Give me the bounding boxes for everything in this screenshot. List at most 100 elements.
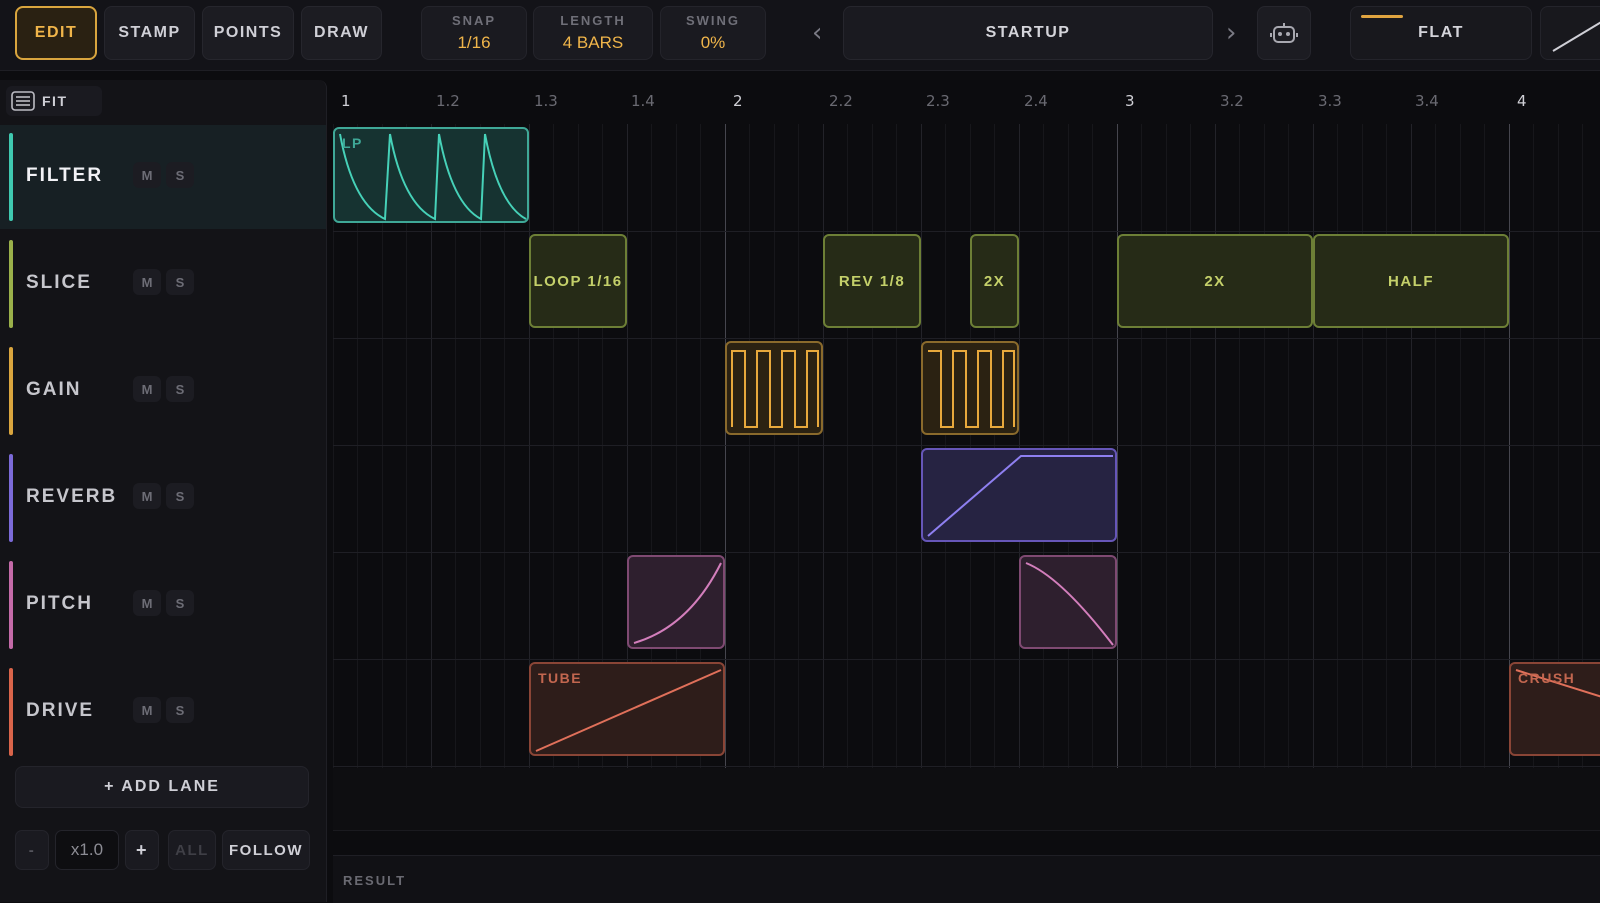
mute-button[interactable]: M bbox=[133, 697, 161, 723]
ruler-tick: 4 bbox=[1517, 92, 1527, 110]
draw-mode-button[interactable]: DRAW bbox=[301, 6, 382, 60]
lane-reverb[interactable]: REVERB M S bbox=[0, 446, 326, 550]
ruler-tick: 2.3 bbox=[926, 92, 950, 110]
grid-line bbox=[945, 124, 946, 768]
chevron-left-icon[interactable]: ‹ bbox=[812, 18, 822, 48]
filter-envelope-icon bbox=[339, 133, 527, 221]
pitch-clip[interactable] bbox=[1019, 555, 1117, 649]
fit-label: FIT bbox=[42, 93, 68, 109]
grid-line bbox=[1092, 124, 1093, 768]
robot-button[interactable] bbox=[1257, 6, 1311, 60]
reverb-clip[interactable] bbox=[921, 448, 1117, 542]
slice-clip[interactable]: HALF bbox=[1313, 234, 1509, 328]
curve-linear-button[interactable] bbox=[1540, 6, 1600, 60]
solo-button[interactable]: S bbox=[166, 162, 194, 188]
lane-name: GAIN bbox=[26, 379, 82, 400]
chevron-right-icon[interactable]: › bbox=[1226, 18, 1236, 48]
solo-button[interactable]: S bbox=[166, 269, 194, 295]
grid-line bbox=[1141, 124, 1142, 768]
clip-label: TUBE bbox=[538, 670, 583, 686]
snap-control[interactable]: SNAP 1/16 bbox=[421, 6, 527, 60]
length-label: LENGTH bbox=[560, 13, 626, 28]
timeline-ruler[interactable]: 1 1.2 1.3 1.4 2 2.2 2.3 2.4 3 3.2 3.3 3.… bbox=[333, 80, 1600, 124]
ruler-tick: 3.2 bbox=[1220, 92, 1244, 110]
lane-color-bar bbox=[9, 133, 13, 221]
linear-curve-icon bbox=[1552, 21, 1600, 52]
lane-divider bbox=[333, 552, 1600, 553]
solo-button[interactable]: S bbox=[166, 376, 194, 402]
lane-gain[interactable]: GAIN M S bbox=[0, 339, 326, 443]
bar-line bbox=[1117, 124, 1118, 768]
lane-drive[interactable]: DRIVE M S bbox=[0, 660, 326, 764]
add-lane-button[interactable]: + ADD LANE bbox=[15, 766, 309, 808]
length-value: 4 BARS bbox=[562, 33, 624, 52]
grid-line bbox=[1484, 124, 1485, 768]
slice-clip[interactable]: 2X bbox=[1117, 234, 1313, 328]
clip-label: 2X bbox=[1204, 272, 1226, 290]
fall-curve-icon bbox=[1025, 562, 1114, 646]
zoom-out-button[interactable]: - bbox=[15, 830, 49, 870]
mute-button[interactable]: M bbox=[133, 590, 161, 616]
ruler-tick: 2 bbox=[733, 92, 743, 110]
ramp-curve-icon bbox=[927, 455, 1113, 537]
zoom-value-field[interactable]: x1.0 bbox=[55, 830, 119, 870]
ruler-tick: 1.3 bbox=[534, 92, 558, 110]
lane-divider bbox=[333, 338, 1600, 339]
ruler-tick: 2.4 bbox=[1024, 92, 1048, 110]
solo-button[interactable]: S bbox=[166, 483, 194, 509]
grid-line bbox=[1019, 124, 1020, 768]
result-label: RESULT bbox=[343, 873, 407, 888]
result-panel: RESULT bbox=[333, 855, 1600, 903]
slice-clip[interactable]: REV 1/8 bbox=[823, 234, 921, 328]
stamp-mode-button[interactable]: STAMP bbox=[104, 6, 195, 60]
grid-line bbox=[994, 124, 995, 768]
mute-button[interactable]: M bbox=[133, 162, 161, 188]
lane-pitch[interactable]: PITCH M S bbox=[0, 553, 326, 657]
grid-line bbox=[798, 124, 799, 768]
mute-button[interactable]: M bbox=[133, 269, 161, 295]
fit-button[interactable]: FIT bbox=[6, 86, 102, 116]
empty-lane-area[interactable] bbox=[333, 768, 1600, 831]
rise-curve-icon bbox=[633, 562, 722, 644]
lane-name: FILTER bbox=[26, 165, 104, 186]
gain-clip[interactable] bbox=[921, 341, 1019, 435]
automation-grid[interactable]: LP LOOP 1/16 REV 1/8 2X 2X HALF TUBE CRU… bbox=[333, 124, 1600, 768]
grid-line bbox=[1435, 124, 1436, 768]
solo-button[interactable]: S bbox=[166, 697, 194, 723]
clip-label: CRUSH bbox=[1518, 670, 1576, 686]
grid-line bbox=[1043, 124, 1044, 768]
swing-control[interactable]: SWING 0% bbox=[660, 6, 766, 60]
list-icon bbox=[11, 91, 35, 111]
mute-button[interactable]: M bbox=[133, 483, 161, 509]
zoom-in-button[interactable]: + bbox=[125, 830, 159, 870]
grid-line bbox=[1386, 124, 1387, 768]
lane-divider bbox=[333, 231, 1600, 232]
ruler-tick: 3.4 bbox=[1415, 92, 1439, 110]
filter-clip[interactable]: LP bbox=[333, 127, 529, 223]
curve-flat-button[interactable]: FLAT bbox=[1350, 6, 1532, 60]
mute-button[interactable]: M bbox=[133, 376, 161, 402]
slice-clip[interactable]: LOOP 1/16 bbox=[529, 234, 627, 328]
grid-line bbox=[847, 124, 848, 768]
edit-mode-button[interactable]: EDIT bbox=[15, 6, 97, 60]
length-control[interactable]: LENGTH 4 BARS bbox=[533, 6, 653, 60]
lane-filter[interactable]: FILTER M S bbox=[0, 125, 326, 229]
all-button[interactable]: ALL bbox=[168, 830, 216, 870]
drive-clip[interactable]: TUBE bbox=[529, 662, 725, 756]
lane-name: PITCH bbox=[26, 593, 93, 614]
square-wave-icon bbox=[928, 350, 1015, 428]
lane-sidebar: FIT FILTER M S SLICE M S GAIN M S REVERB… bbox=[0, 80, 327, 902]
points-mode-button[interactable]: POINTS bbox=[202, 6, 294, 60]
drive-clip[interactable]: CRUSH bbox=[1509, 662, 1600, 756]
snap-value: 1/16 bbox=[457, 33, 491, 52]
gain-clip[interactable] bbox=[725, 341, 823, 435]
preset-name: STARTUP bbox=[985, 24, 1071, 41]
lane-slice[interactable]: SLICE M S bbox=[0, 232, 326, 336]
follow-button[interactable]: FOLLOW bbox=[222, 830, 310, 870]
clip-label: LOOP 1/16 bbox=[533, 272, 623, 290]
preset-selector[interactable]: STARTUP bbox=[843, 6, 1213, 60]
slice-clip[interactable]: 2X bbox=[970, 234, 1019, 328]
pitch-clip[interactable] bbox=[627, 555, 725, 649]
grid-line bbox=[970, 124, 971, 768]
solo-button[interactable]: S bbox=[166, 590, 194, 616]
